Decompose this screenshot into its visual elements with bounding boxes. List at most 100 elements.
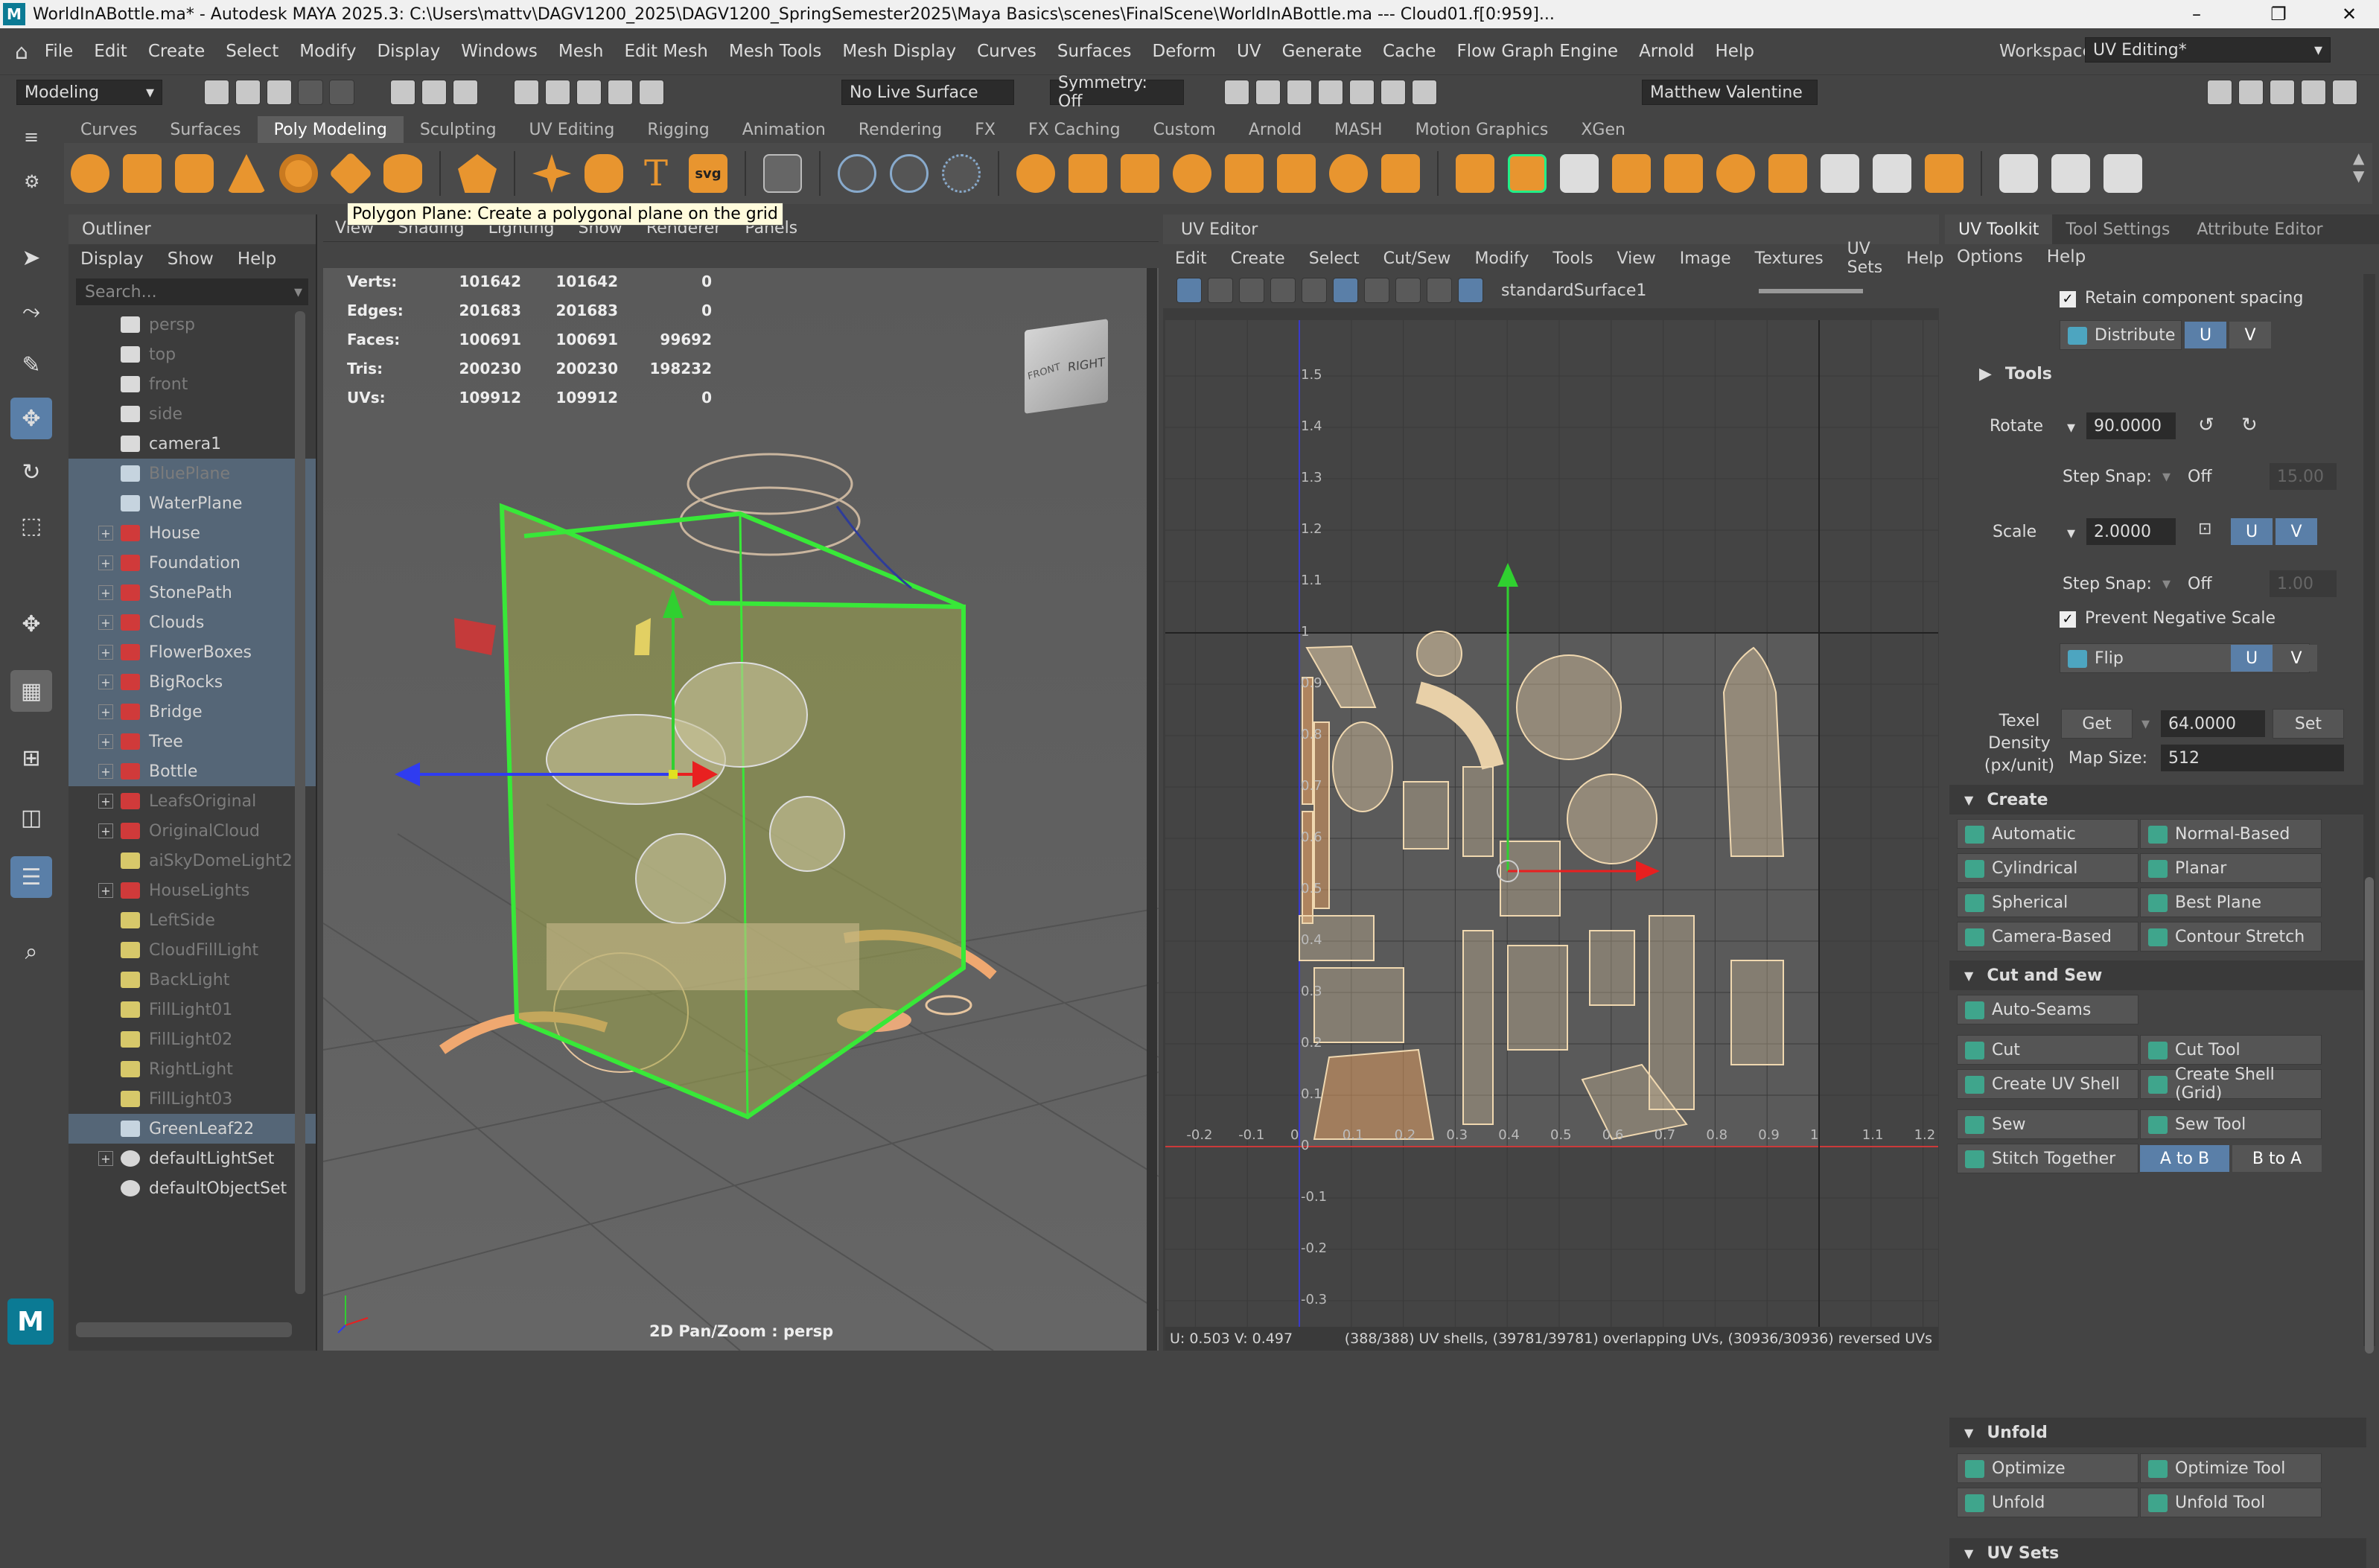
outliner-item-side[interactable]: side bbox=[69, 399, 316, 429]
type-text-icon[interactable]: T bbox=[637, 153, 675, 194]
new-scene-icon[interactable] bbox=[204, 80, 229, 105]
quad-draw-icon[interactable] bbox=[2103, 154, 2142, 193]
outliner-item-foundation[interactable]: + Foundation bbox=[69, 548, 316, 578]
retain-spacing-checkbox[interactable]: ✓ Retain component spacing bbox=[2060, 289, 2303, 307]
rotate-step-snap-dropdown[interactable]: Off bbox=[2180, 463, 2262, 490]
map-size-input[interactable]: 512 bbox=[2161, 745, 2344, 771]
uv-menu-modify[interactable]: Modify bbox=[1462, 249, 1541, 268]
outliner-item-bridge[interactable]: + Bridge bbox=[69, 697, 316, 727]
create-cylindrical-button[interactable]: Cylindrical bbox=[1957, 853, 2138, 883]
uv-canvas[interactable]: 1.5 1.4 1.3 1.2 1.1 1 0.9 0.8 0.7 0.6 0.5 0.4 0.3 0.2… bbox=[1165, 320, 1938, 1351]
shelf-tab-custom[interactable]: Custom bbox=[1137, 116, 1232, 143]
pause-icon[interactable] bbox=[1412, 80, 1437, 105]
shelf-tab-poly-modeling[interactable]: Poly Modeling bbox=[257, 116, 404, 143]
outliner-item-clouds[interactable]: + Clouds bbox=[69, 608, 316, 637]
collapse-icon[interactable] bbox=[1768, 154, 1807, 193]
uv-menu-tools[interactable]: Tools bbox=[1541, 249, 1605, 268]
uv-sets-section-header[interactable]: UV Sets bbox=[1949, 1538, 2366, 1568]
shelf-tab-sculpting[interactable]: Sculpting bbox=[404, 116, 513, 143]
create-shell-grid-button[interactable]: Create Shell (Grid) bbox=[2140, 1065, 2322, 1103]
symmetry-field[interactable]: Symmetry: Off bbox=[1050, 74, 1184, 111]
menu-uv[interactable]: UV bbox=[1226, 42, 1272, 61]
boolean-difference-icon[interactable] bbox=[1069, 154, 1107, 193]
ipr-render-icon[interactable] bbox=[1287, 80, 1312, 105]
outliner-item-filllight01[interactable]: FillLight01 bbox=[69, 995, 316, 1024]
expand-icon[interactable]: + bbox=[98, 883, 113, 898]
menu-arnold[interactable]: Arnold bbox=[1628, 42, 1704, 61]
flip-u-button[interactable]: U bbox=[2231, 645, 2273, 672]
render-view-icon[interactable] bbox=[1380, 80, 1406, 105]
expand-icon[interactable]: + bbox=[98, 526, 113, 541]
scale-tool-icon[interactable]: ⬚ bbox=[10, 505, 52, 546]
shelf-menu-icon[interactable]: ≡ bbox=[24, 127, 39, 147]
grid-icon[interactable] bbox=[763, 154, 802, 193]
a-to-b-button[interactable]: A to B bbox=[2140, 1145, 2229, 1172]
fill-hole-icon[interactable] bbox=[1225, 154, 1264, 193]
outliner-item-rightlight[interactable]: RightLight bbox=[69, 1054, 316, 1084]
uv-shell-icon[interactable] bbox=[1208, 278, 1233, 303]
distribute-button[interactable]: Distribute bbox=[2060, 320, 2182, 350]
menu-display[interactable]: Display bbox=[366, 42, 450, 61]
save-scene-icon[interactable] bbox=[267, 80, 292, 105]
select-tool-icon[interactable]: ➤ bbox=[10, 237, 52, 278]
outliner-item-house[interactable]: + House bbox=[69, 518, 316, 548]
mirror-icon[interactable] bbox=[1173, 154, 1211, 193]
platonic-solid-icon[interactable] bbox=[458, 154, 497, 193]
create-spherical-button[interactable]: Spherical bbox=[1957, 887, 2138, 917]
extrude-icon[interactable] bbox=[1456, 154, 1494, 193]
toolkit-scroll-thumb[interactable] bbox=[2365, 877, 2374, 1354]
boolean-union-icon[interactable] bbox=[1016, 154, 1055, 193]
unfold-section-header[interactable]: Unfold bbox=[1949, 1418, 2366, 1447]
expand-icon[interactable]: + bbox=[98, 585, 113, 600]
connect-icon[interactable] bbox=[1821, 154, 1859, 193]
outliner-hscrollbar[interactable] bbox=[76, 1322, 292, 1337]
texel-get-button[interactable]: Get bbox=[2061, 709, 2133, 739]
cut-tool-button[interactable]: Cut Tool bbox=[2140, 1035, 2322, 1065]
hypershade-icon[interactable] bbox=[1349, 80, 1375, 105]
undo-icon[interactable] bbox=[298, 80, 323, 105]
outliner-item-front[interactable]: front bbox=[69, 369, 316, 399]
uv-menu-image[interactable]: Image bbox=[1668, 249, 1743, 268]
optimize-button[interactable]: Optimize bbox=[1957, 1453, 2138, 1483]
create-planar-button[interactable]: Planar bbox=[2140, 853, 2322, 883]
menu-generate[interactable]: Generate bbox=[1272, 42, 1372, 61]
render-frame-icon[interactable] bbox=[1255, 80, 1281, 105]
outliner-menu-show[interactable]: Show bbox=[156, 249, 226, 269]
mode-dropdown[interactable]: Modeling ▾ bbox=[16, 80, 162, 105]
expand-icon[interactable]: + bbox=[98, 794, 113, 809]
channel-box-toggle-icon[interactable] bbox=[2301, 80, 2326, 105]
distribute-u-button[interactable]: U bbox=[2185, 322, 2226, 348]
snap-curve-icon[interactable] bbox=[545, 80, 570, 105]
snap-grid-icon[interactable] bbox=[514, 80, 539, 105]
auto-seams-button[interactable]: Auto-Seams bbox=[1957, 995, 2138, 1024]
circularize-icon[interactable] bbox=[1716, 154, 1755, 193]
poly-sphere-icon[interactable] bbox=[71, 154, 109, 193]
scale-step-snap-dropdown[interactable]: Off bbox=[2180, 570, 2262, 597]
shader-name[interactable]: standardSurface1 bbox=[1501, 281, 1646, 300]
texel-set-button[interactable]: Set bbox=[2273, 709, 2344, 739]
expand-icon[interactable]: + bbox=[98, 734, 113, 749]
create-section-header[interactable]: Create bbox=[1949, 785, 2366, 815]
merge-icon[interactable] bbox=[1925, 154, 1964, 193]
menu-windows[interactable]: Windows bbox=[450, 42, 548, 61]
maximize-button[interactable]: ❐ bbox=[2252, 0, 2305, 28]
shelf-tab-fx[interactable]: FX bbox=[958, 116, 1012, 143]
layout-single-icon[interactable]: ✥ bbox=[10, 603, 52, 645]
smooth-icon[interactable] bbox=[942, 154, 981, 193]
poly-cube-icon[interactable] bbox=[123, 154, 162, 193]
expand-icon[interactable]: + bbox=[98, 764, 113, 779]
separate-icon[interactable] bbox=[890, 154, 929, 193]
shelf-tab-arnold[interactable]: Arnold bbox=[1232, 116, 1318, 143]
sweep-mesh-icon[interactable] bbox=[585, 154, 623, 193]
create-camera-based-button[interactable]: Camera-Based bbox=[1957, 922, 2138, 952]
poly-disc-icon[interactable] bbox=[383, 154, 422, 193]
select-hierarchy-icon[interactable] bbox=[390, 80, 415, 105]
outliner-item-bottle[interactable]: + Bottle bbox=[69, 756, 316, 786]
menu-deform[interactable]: Deform bbox=[1142, 42, 1227, 61]
create-normal-based-button[interactable]: Normal-Based bbox=[2140, 819, 2322, 849]
toolkit-tab-attribute-editor[interactable]: Attribute Editor bbox=[2183, 214, 2336, 244]
optimize-tool-button[interactable]: Optimize Tool bbox=[2140, 1453, 2322, 1483]
outliner-item-persp[interactable]: persp bbox=[69, 310, 316, 340]
view-cube-front[interactable]: FRONT bbox=[1027, 362, 1061, 383]
modeling-toolkit-icon[interactable] bbox=[2207, 80, 2232, 105]
